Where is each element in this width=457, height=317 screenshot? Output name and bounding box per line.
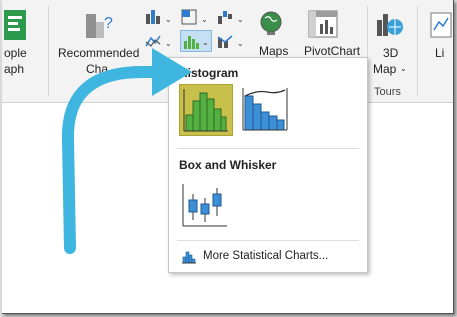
pointer-arrow-icon — [61, 48, 192, 254]
window-frame: ople aph ? Recommended Cha ⌄ ⌄ ⌄ ⌄ ⌄ ⌄ M… — [2, 0, 454, 314]
